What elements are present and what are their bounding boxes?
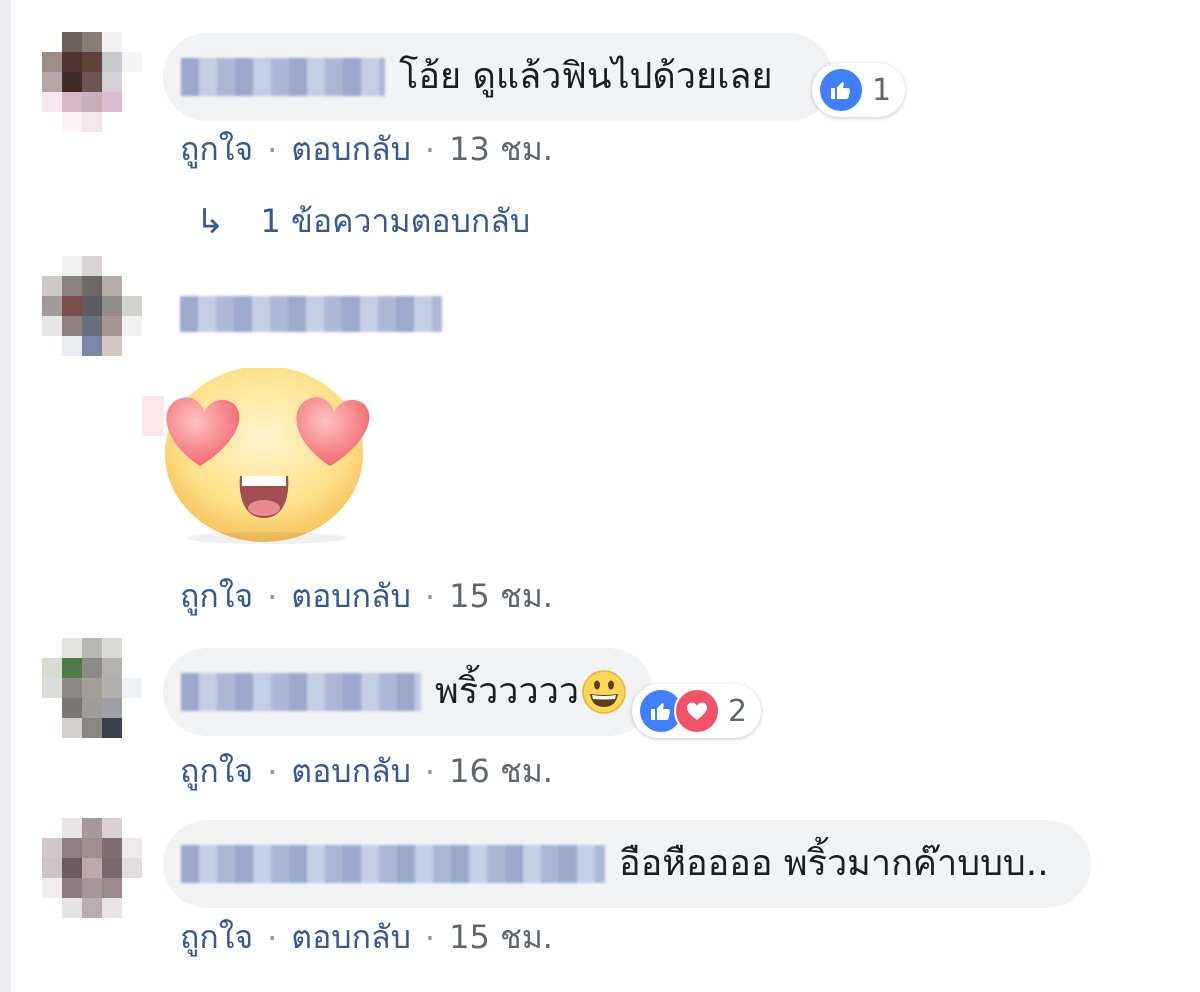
separator-dot: · <box>267 918 278 957</box>
separator-dot: · <box>424 752 436 791</box>
timestamp[interactable]: 16 ชม. <box>449 746 553 797</box>
love-icon <box>674 688 720 734</box>
commenter-name-blurred[interactable] <box>181 673 421 711</box>
reply-link[interactable]: ตอบกลับ <box>291 571 411 622</box>
commenter-name-blurred[interactable] <box>181 58 385 96</box>
commenter-name-blurred[interactable] <box>180 296 442 332</box>
timestamp[interactable]: 13 ชม. <box>449 124 553 175</box>
grinning-emoji <box>582 670 626 714</box>
like-link[interactable]: ถูกใจ <box>180 124 253 175</box>
avatar[interactable] <box>42 256 142 356</box>
separator-dot: · <box>267 752 278 791</box>
left-border <box>0 0 11 992</box>
comment-text: อือหืออออ พริ้วมากค๊าบบบ.. <box>619 843 1049 884</box>
heart-eyes-emoji <box>142 368 370 544</box>
comment-bubble: อือหืออออ พริ้วมากค๊าบบบ.. <box>163 820 1091 908</box>
like-icon <box>818 67 864 113</box>
comment-actions: ถูกใจ · ตอบกลับ · 13 ชม. <box>180 124 553 175</box>
separator-dot: · <box>424 130 436 169</box>
comment-actions: ถูกใจ · ตอบกลับ · 15 ชม. <box>180 912 553 963</box>
reaction-count: 2 <box>728 693 748 729</box>
view-replies-link[interactable]: ↳ 1 ข้อความตอบกลับ <box>196 196 530 247</box>
reaction-summary[interactable]: 2 <box>632 684 762 738</box>
avatar[interactable] <box>42 818 142 918</box>
reaction-count: 1 <box>872 72 892 108</box>
timestamp[interactable]: 15 ชม. <box>449 912 553 963</box>
comment-bubble: พริ้ววววว <box>163 648 653 736</box>
separator-dot: · <box>267 577 278 616</box>
avatar[interactable] <box>42 32 142 132</box>
timestamp[interactable]: 15 ชม. <box>449 571 553 622</box>
separator-dot: · <box>424 577 436 616</box>
avatar[interactable] <box>42 638 142 738</box>
separator-dot: · <box>267 130 278 169</box>
comment-text: พริ้ววววว <box>435 671 580 712</box>
like-link[interactable]: ถูกใจ <box>180 912 253 963</box>
comment-actions: ถูกใจ · ตอบกลับ · 15 ชม. <box>180 571 553 622</box>
reply-link[interactable]: ตอบกลับ <box>291 912 411 963</box>
reply-arrow-icon: ↳ <box>196 201 225 242</box>
replies-count-label: 1 ข้อความตอบกลับ <box>260 202 531 240</box>
commenter-name-blurred[interactable] <box>181 845 605 883</box>
like-link[interactable]: ถูกใจ <box>180 571 253 622</box>
comment-bubble: โอ้ย ดูแล้วฟินไปด้วยเลย <box>163 33 833 121</box>
reaction-summary[interactable]: 1 <box>812 63 906 117</box>
separator-dot: · <box>424 918 436 957</box>
reply-link[interactable]: ตอบกลับ <box>291 746 411 797</box>
like-link[interactable]: ถูกใจ <box>180 746 253 797</box>
comment-text: โอ้ย ดูแล้วฟินไปด้วยเลย <box>399 56 773 97</box>
reply-link[interactable]: ตอบกลับ <box>291 124 411 175</box>
comment-actions: ถูกใจ · ตอบกลับ · 16 ชม. <box>180 746 553 797</box>
